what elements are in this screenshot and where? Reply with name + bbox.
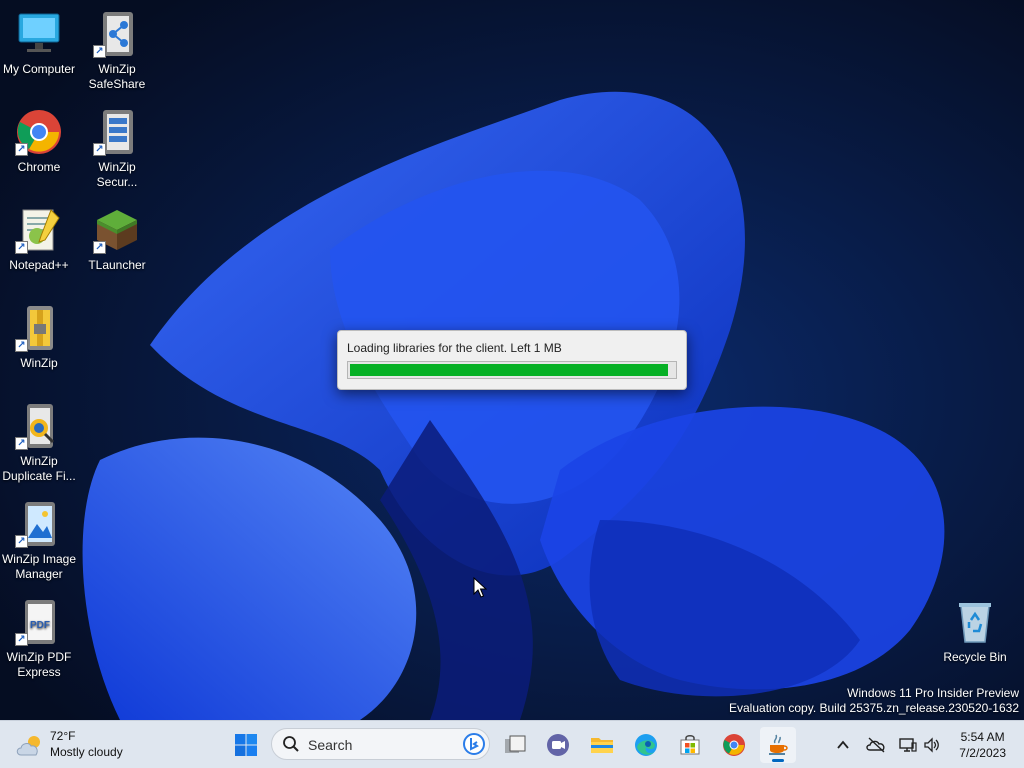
shortcut-arrow-icon: ↗ — [93, 45, 106, 58]
start-button[interactable] — [228, 727, 264, 763]
weather-temp: 72°F — [50, 729, 76, 743]
bing-icon[interactable] — [463, 733, 485, 755]
desktop-icon-my-computer[interactable]: My Computer — [0, 6, 78, 98]
desktop-icon-label: Recycle Bin — [943, 650, 1007, 664]
computer-icon — [15, 10, 63, 58]
desktop-icon-winzip-pdf[interactable]: PDF ↗ WinZip PDF Express — [0, 594, 78, 686]
desktop-icon-label: WinZip Secur... — [96, 160, 138, 189]
desktop-icon-recycle-bin[interactable]: Recycle Bin — [936, 594, 1014, 686]
desktop-icon-winzip-safeshare[interactable]: ↗ WinZip SafeShare — [78, 6, 156, 98]
java-taskbar-button[interactable] — [760, 727, 796, 763]
chrome-taskbar-button[interactable] — [716, 727, 752, 763]
loading-dialog: Loading libraries for the client. Left 1… — [337, 330, 687, 390]
desktop-icon-label: Notepad++ — [9, 258, 69, 272]
file-explorer-button[interactable] — [584, 727, 620, 763]
shortcut-arrow-icon: ↗ — [93, 143, 106, 156]
teams-icon — [547, 734, 569, 756]
shortcut-arrow-icon: ↗ — [15, 437, 28, 450]
desktop-icon-winzip-duplicate[interactable]: ↗ WinZip Duplicate Fi... — [0, 398, 78, 490]
onedrive-off-icon[interactable] — [866, 737, 886, 753]
desktop-icon-label: My Computer — [2, 62, 76, 76]
winzip-pdf-icon: PDF ↗ — [15, 598, 63, 646]
start-icon — [235, 734, 257, 756]
desktop-icon-label: WinZip SafeShare — [88, 62, 146, 91]
network-icon[interactable] — [899, 737, 917, 753]
clock-time: 5:54 AM — [960, 730, 1005, 744]
desktop-icon-label: Chrome — [17, 160, 61, 174]
edge-button[interactable] — [628, 727, 664, 763]
active-app-indicator — [772, 759, 784, 762]
chrome-icon — [723, 734, 745, 756]
recycle-bin-icon — [951, 598, 999, 646]
winzip-icon: ↗ — [15, 304, 63, 352]
shortcut-arrow-icon: ↗ — [15, 535, 28, 548]
clock[interactable]: 5:54 AM 7/2/2023 — [959, 729, 1006, 761]
desktop-icon-label: WinZip Image Manager — [1, 552, 77, 581]
cloud-sun-icon — [16, 736, 40, 756]
search-label: Search — [308, 737, 353, 753]
progress-fill — [350, 364, 668, 376]
clock-date: 7/2/2023 — [959, 746, 1006, 760]
task-view-icon — [505, 735, 526, 753]
store-button[interactable] — [672, 727, 708, 763]
watermark-build: Evaluation copy. Build 25375.zn_release.… — [729, 701, 1019, 715]
shortcut-arrow-icon: ↗ — [15, 339, 28, 352]
winzip-image-icon: ↗ — [15, 500, 63, 548]
progress-bar — [347, 361, 677, 379]
store-icon — [680, 735, 700, 755]
desktop-icon-label: WinZip PDF Express — [6, 650, 72, 679]
desktop-icon-winzip-image[interactable]: ↗ WinZip Image Manager — [0, 496, 78, 588]
pdf-badge-text: PDF — [30, 620, 50, 631]
winzip-duplicate-icon: ↗ — [15, 402, 63, 450]
search-icon — [283, 736, 299, 752]
shortcut-arrow-icon: ↗ — [93, 241, 106, 254]
volume-icon[interactable] — [923, 737, 941, 753]
notepadpp-icon: ↗ — [15, 206, 63, 254]
desktop-icon-chrome[interactable]: ↗ Chrome — [0, 104, 78, 196]
mouse-cursor-icon — [473, 577, 487, 598]
shortcut-arrow-icon: ↗ — [15, 241, 28, 254]
desktop-icon-label: WinZip — [20, 356, 58, 370]
winzip-safeshare-icon: ↗ — [93, 10, 141, 58]
file-explorer-icon — [591, 738, 613, 753]
task-view-button[interactable] — [497, 727, 533, 763]
taskbar-search[interactable]: Search — [271, 728, 490, 760]
tlauncher-icon: ↗ — [93, 206, 141, 254]
desktop-icon-winzip-secure[interactable]: ↗ WinZip Secur... — [78, 104, 156, 196]
shortcut-arrow-icon: ↗ — [15, 143, 28, 156]
desktop-icon-tlauncher[interactable]: ↗ TLauncher — [78, 202, 156, 294]
edge-icon — [635, 734, 657, 756]
desktop-icon-winzip[interactable]: ↗ WinZip — [0, 300, 78, 392]
java-icon — [769, 734, 788, 755]
weather-condition: Mostly cloudy — [50, 745, 123, 759]
shortcut-arrow-icon: ↗ — [15, 633, 28, 646]
desktop-icon-label: TLauncher — [88, 258, 146, 272]
chevron-up-icon[interactable] — [836, 738, 850, 752]
windows-watermark: Windows 11 Pro Insider Preview Evaluatio… — [729, 686, 1019, 716]
taskbar: 72°F Mostly cloudy Search 5:54 AM 7/2/20… — [0, 720, 1024, 768]
teams-button[interactable] — [540, 727, 576, 763]
watermark-edition: Windows 11 Pro Insider Preview — [847, 686, 1019, 700]
weather-widget[interactable]: 72°F Mostly cloudy — [14, 729, 134, 763]
winzip-secure-icon: ↗ — [93, 108, 141, 156]
desktop-icon-label: WinZip Duplicate Fi... — [2, 454, 76, 483]
loading-message: Loading libraries for the client. Left 1… — [347, 341, 562, 355]
chrome-icon: ↗ — [15, 108, 63, 156]
desktop-icon-notepadpp[interactable]: ↗ Notepad++ — [0, 202, 78, 294]
